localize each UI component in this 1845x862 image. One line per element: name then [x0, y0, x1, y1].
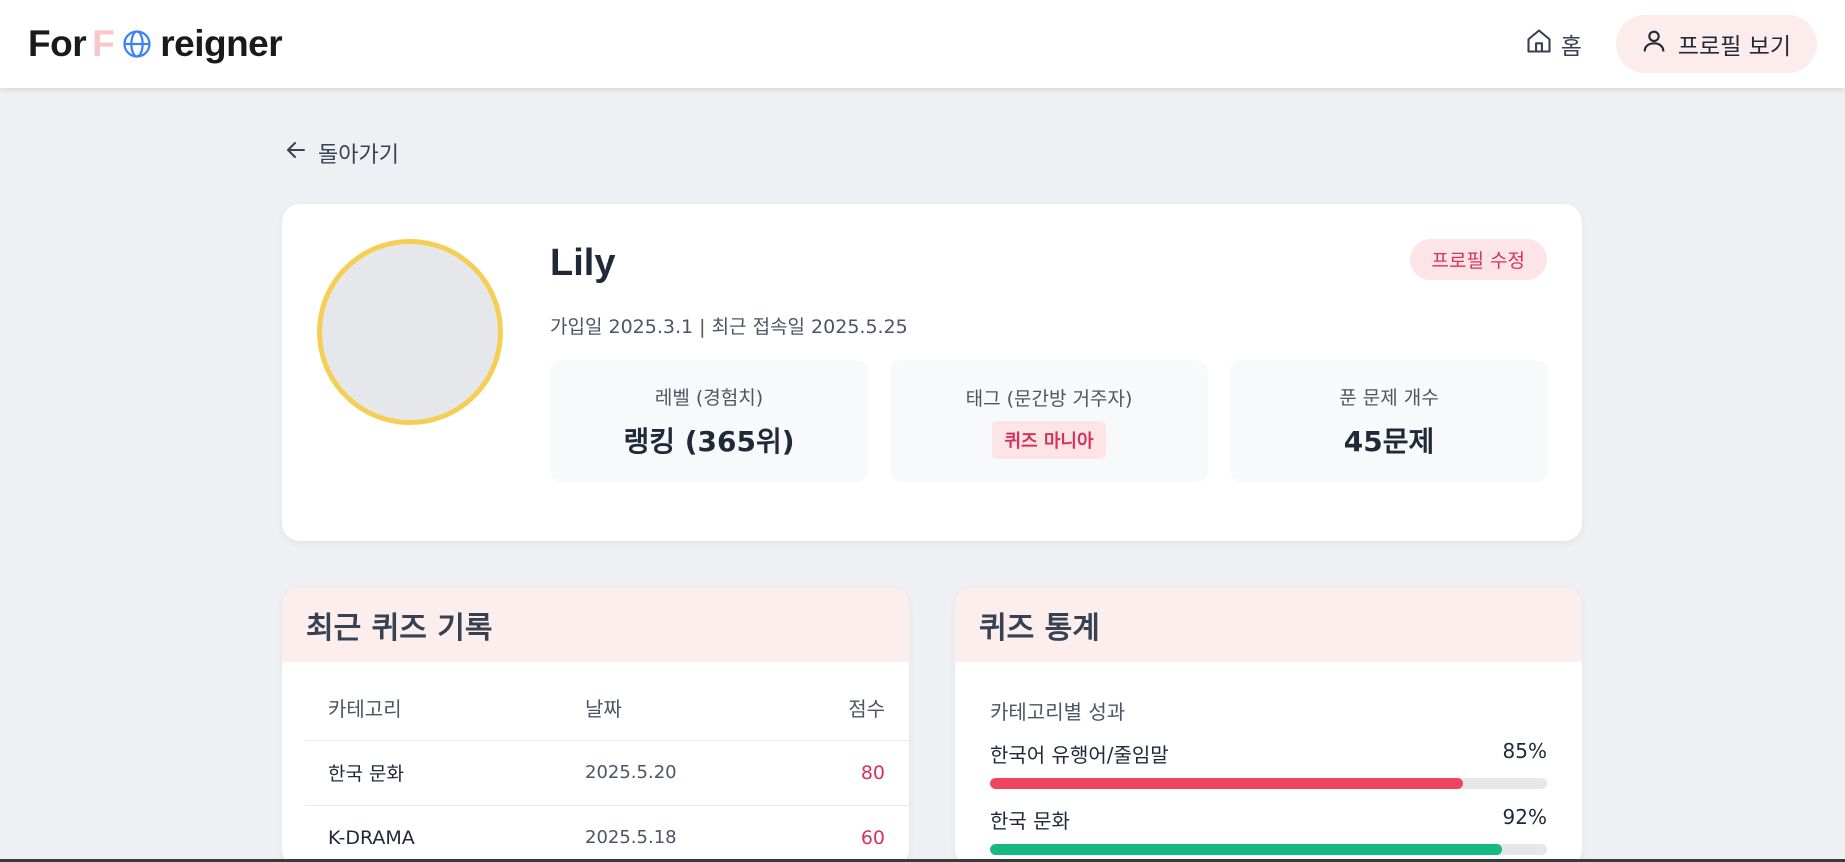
- home-nav-label: 홈: [1560, 34, 1582, 60]
- stat-level-value: 랭킹 (365위): [623, 424, 795, 458]
- category-bar-label: 한국 문화: [990, 809, 1070, 833]
- globe-icon: [122, 29, 152, 59]
- column-header-date: 날짜: [562, 676, 763, 741]
- table-row[interactable]: 한국 문화 2025.5.20 80: [305, 740, 909, 806]
- row-score: 80: [762, 740, 909, 806]
- progress-fill: [990, 844, 1503, 855]
- row-date: 2025.5.20: [562, 740, 763, 806]
- home-nav-button[interactable]: 홈: [1525, 27, 1582, 61]
- back-button[interactable]: 돌아가기: [284, 137, 399, 169]
- profile-stats: 레벨 (경험치) 랭킹 (365위) 태그 (문간방 거주자) 퀴즈 마니아 푼…: [550, 360, 1548, 482]
- stat-solved: 푼 문제 개수 45문제: [1230, 360, 1548, 482]
- recent-quiz-table: 카테고리 날짜 점수 한국 문화 2025.5.20 80 K-DRAMA 20…: [305, 676, 909, 862]
- tag-badge: 퀴즈 마니아: [992, 420, 1106, 459]
- user-name: Lily: [550, 242, 616, 284]
- category-bar-label: 한국어 유행어/줄임말: [990, 743, 1169, 767]
- stat-solved-label: 푼 문제 개수: [1339, 386, 1439, 409]
- category-bar: 한국 문화 92%: [990, 805, 1547, 855]
- category-bar: 한국어 유행어/줄임말 85%: [990, 739, 1547, 789]
- progress-fill: [990, 778, 1464, 789]
- progress-track: [990, 778, 1547, 789]
- table-row[interactable]: K-DRAMA 2025.5.18 60: [305, 805, 909, 862]
- view-profile-label: 프로필 보기: [1677, 34, 1791, 60]
- top-navbar: For F reigner 홈 프로필 보기: [0, 0, 1845, 88]
- quiz-stats-title: 퀴즈 통계: [955, 587, 1582, 662]
- edit-profile-button[interactable]: 프로필 수정: [1409, 239, 1547, 280]
- recent-quiz-panel: 최근 퀴즈 기록 카테고리 날짜 점수 한국 문화 2025.5.20 80 K…: [282, 587, 909, 862]
- logo-suffix: reigner: [160, 23, 283, 64]
- join-date-text: 가입일 2025.3.1 | 최근 접속일 2025.5.25: [550, 316, 908, 338]
- recent-quiz-title: 최근 퀴즈 기록: [282, 587, 909, 662]
- user-icon: [1640, 27, 1668, 61]
- stat-tag: 태그 (문간방 거주자) 퀴즈 마니아: [890, 360, 1208, 482]
- arrow-left-icon: [284, 138, 308, 168]
- row-category: K-DRAMA: [305, 805, 562, 862]
- home-icon: [1525, 27, 1553, 61]
- progress-track: [990, 844, 1547, 855]
- profile-card: Lily 프로필 수정 가입일 2025.3.1 | 최근 접속일 2025.5…: [282, 204, 1582, 541]
- stat-level: 레벨 (경험치) 랭킹 (365위): [550, 360, 868, 482]
- view-profile-button[interactable]: 프로필 보기: [1615, 15, 1817, 73]
- row-category: 한국 문화: [305, 740, 562, 806]
- row-score: 60: [762, 805, 909, 862]
- column-header-score: 점수: [762, 676, 909, 741]
- avatar: [317, 239, 503, 425]
- column-header-category: 카테고리: [305, 676, 562, 741]
- back-label: 돌아가기: [318, 143, 399, 168]
- top-nav: 홈 프로필 보기: [1525, 15, 1817, 73]
- logo-prefix: For: [28, 23, 87, 64]
- stat-level-label: 레벨 (경험치): [654, 386, 764, 409]
- category-performance-label: 카테고리별 성과: [990, 700, 1126, 724]
- table-header-row: 카테고리 날짜 점수: [305, 676, 909, 741]
- category-bar-percent: 85%: [1502, 739, 1547, 763]
- quiz-stats-panel: 퀴즈 통계 카테고리별 성과 한국어 유행어/줄임말 85% 한국 문화 92%: [955, 587, 1582, 862]
- logo-f-letter: F: [92, 23, 115, 64]
- stat-tag-label: 태그 (문간방 거주자): [965, 387, 1133, 410]
- row-date: 2025.5.18: [562, 805, 763, 862]
- stat-solved-value: 45문제: [1343, 424, 1435, 458]
- category-bar-percent: 92%: [1502, 805, 1547, 829]
- app-logo[interactable]: For F reigner: [28, 23, 283, 65]
